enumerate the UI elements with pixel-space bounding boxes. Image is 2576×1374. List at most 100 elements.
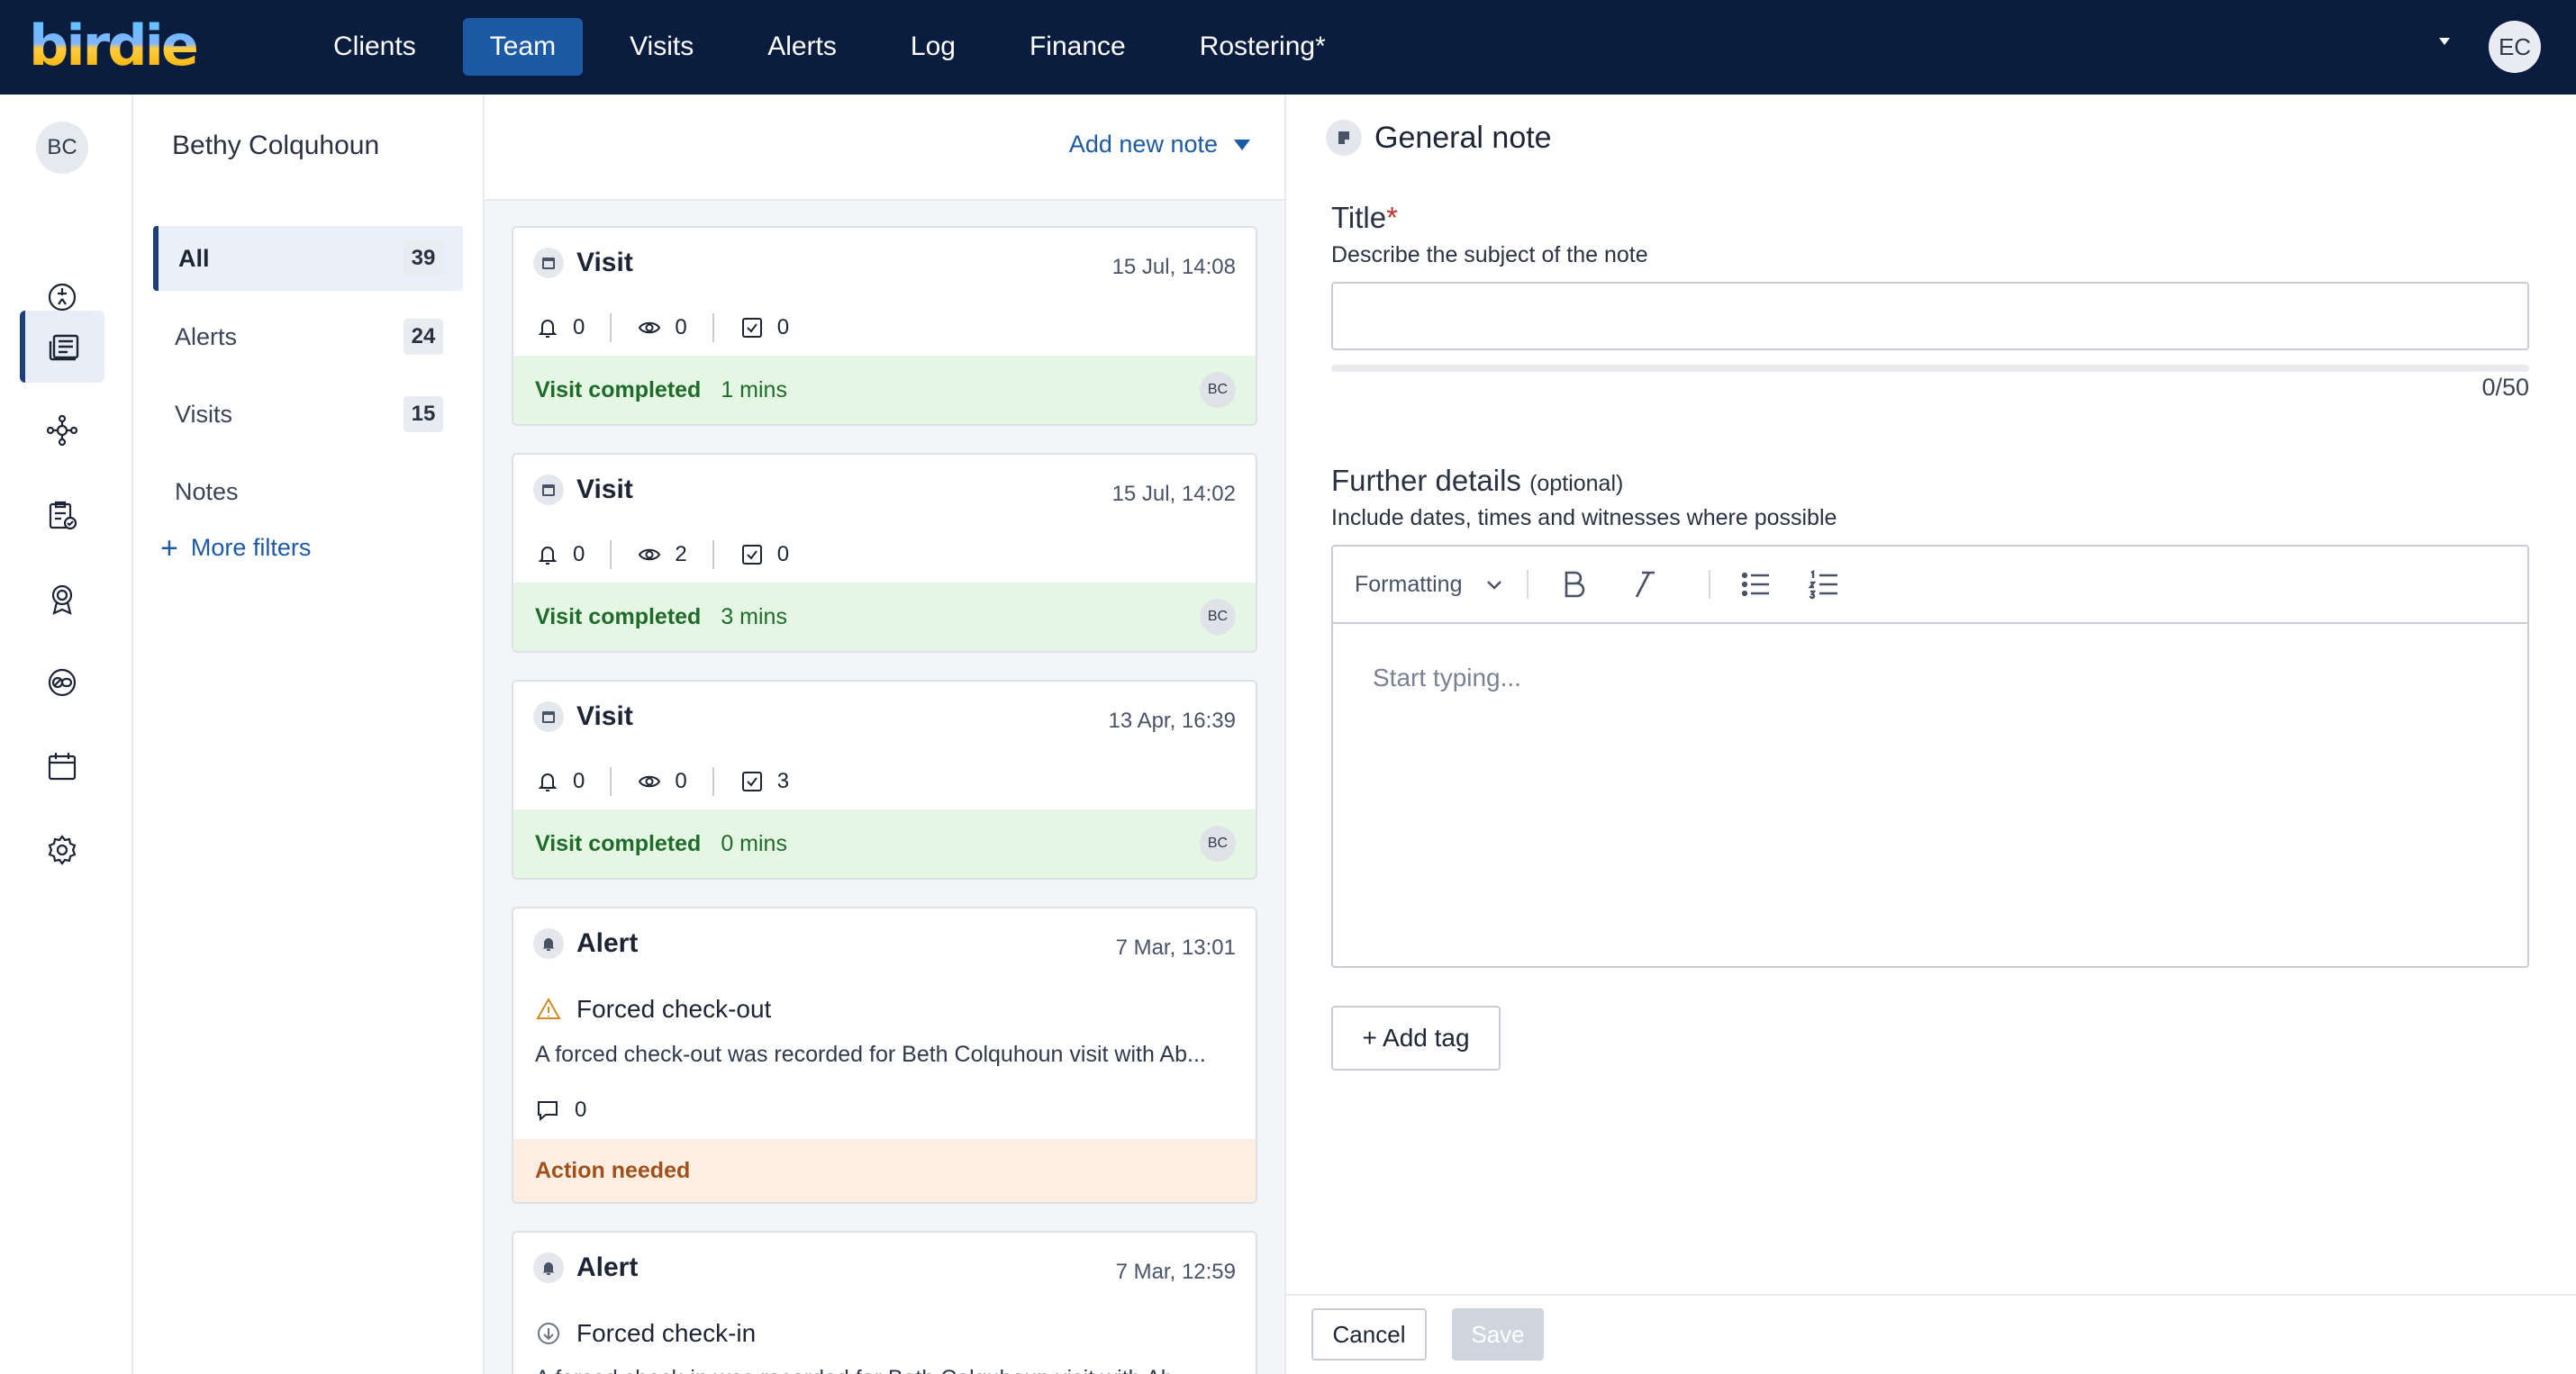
- visit-status-bar: Visit completed 3 mins BC: [513, 583, 1256, 651]
- further-details-label: Further details (optional): [1331, 464, 1624, 497]
- filter-count: 24: [404, 319, 443, 355]
- filter-alerts[interactable]: Alerts 24: [153, 304, 463, 369]
- visit-status-bar: Visit completed 0 mins BC: [513, 809, 1256, 878]
- comment-icon: [538, 1101, 558, 1122]
- card-type: Visit: [576, 475, 633, 504]
- rail-settings-button[interactable]: [20, 814, 104, 886]
- top-navigation-bar: birdie Clients Team Visits Alerts Log Fi…: [0, 0, 2576, 95]
- alert-title: Forced check-out: [535, 995, 771, 1024]
- add-tag-button[interactable]: + Add tag: [1331, 1006, 1501, 1071]
- nav-visits[interactable]: Visits: [603, 18, 721, 76]
- visit-card[interactable]: Visit 15 Jul, 14:08 0 0 0 Visit complete…: [512, 226, 1257, 426]
- filter-all[interactable]: All 39: [153, 226, 463, 291]
- alert-card[interactable]: Alert 7 Mar, 12:59 Forced check-in A for…: [512, 1231, 1257, 1374]
- numbered-list-button[interactable]: [1800, 561, 1847, 608]
- feed-filters: Bethy Colquhoun All 39 Alerts 24 Visits …: [133, 95, 485, 1374]
- add-new-note-label: Add new note: [1068, 131, 1218, 158]
- checkbox-icon: [741, 318, 762, 338]
- title-input[interactable]: [1331, 282, 2529, 350]
- client-icon-rail: BC: [0, 95, 133, 1374]
- bell-icon: [538, 547, 558, 565]
- bell-icon: [533, 928, 564, 959]
- nav-rostering[interactable]: Rostering*: [1173, 18, 1353, 76]
- birdie-logo[interactable]: birdie: [29, 18, 199, 74]
- alerts-stat: 0: [535, 542, 585, 567]
- user-avatar[interactable]: EC: [2489, 21, 2541, 73]
- card-header: Alert: [533, 928, 638, 959]
- visit-status: Visit completed: [535, 376, 702, 402]
- checkbox-icon: [741, 545, 762, 565]
- alert-title: Forced check-in: [535, 1319, 756, 1348]
- save-button[interactable]: Save: [1452, 1308, 1544, 1360]
- carer-avatar: BC: [1200, 372, 1236, 408]
- nav-alerts[interactable]: Alerts: [740, 18, 864, 76]
- rich-text-editor: Formatting Start typing...: [1331, 545, 2529, 968]
- formatting-dropdown[interactable]: Formatting: [1355, 572, 1505, 598]
- nav-team[interactable]: Team: [462, 18, 584, 76]
- medication-icon: [48, 668, 77, 697]
- visit-status-bar: Visit completed 1 mins BC: [513, 356, 1256, 424]
- views-stat: 0: [637, 769, 687, 794]
- filter-visits[interactable]: Visits 15: [153, 382, 463, 447]
- eye-icon: [639, 775, 661, 788]
- card-type: Visit: [576, 248, 633, 277]
- card-header: Visit: [533, 475, 633, 505]
- bulleted-list-button[interactable]: [1732, 561, 1779, 608]
- numbered-list-icon: [1808, 570, 1838, 600]
- alerts-stat: 0: [535, 769, 585, 794]
- italic-button[interactable]: [1619, 561, 1665, 608]
- form-header: General note: [1326, 120, 1552, 156]
- rail-care-plan-button[interactable]: [20, 394, 104, 466]
- arrow-down-circle-icon: [538, 1323, 559, 1344]
- rail-notes-button[interactable]: [20, 311, 104, 383]
- visit-status: Visit completed: [535, 830, 702, 856]
- filter-notes[interactable]: Notes: [153, 459, 463, 524]
- general-note-form: General note Title* Describe the subject…: [1286, 95, 2576, 1374]
- rail-medication-button[interactable]: [20, 646, 104, 719]
- add-new-note-button[interactable]: Add new note: [1069, 131, 1250, 158]
- calendar-icon: [533, 475, 564, 505]
- nav-log[interactable]: Log: [884, 18, 983, 76]
- more-filters-button[interactable]: + More filters: [160, 533, 311, 564]
- card-date: 15 Jul, 14:08: [1111, 255, 1236, 279]
- filter-label: Alerts: [175, 322, 238, 350]
- tasks-stat: 0: [739, 315, 789, 340]
- editor-toolbar: Formatting: [1333, 547, 2527, 624]
- rail-tasks-button[interactable]: [20, 479, 104, 551]
- client-name: Bethy Colquhoun: [172, 131, 380, 160]
- visit-card[interactable]: Visit 13 Apr, 16:39 0 0 3 Visit complete…: [512, 680, 1257, 880]
- nav-clients[interactable]: Clients: [306, 18, 443, 76]
- alerts-stat: 0: [535, 315, 585, 340]
- title-hint: Describe the subject of the note: [1331, 242, 1648, 267]
- card-header: Visit: [533, 248, 633, 278]
- filter-count: 15: [404, 396, 443, 432]
- account-caret-icon[interactable]: [2439, 38, 2450, 45]
- comments-stat: 0: [535, 1098, 586, 1123]
- bell-icon: [538, 773, 558, 791]
- cancel-button[interactable]: Cancel: [1311, 1308, 1427, 1360]
- visit-card[interactable]: Visit 15 Jul, 14:02 0 2 0 Visit complete…: [512, 453, 1257, 653]
- title-length-progress: [1331, 365, 2529, 372]
- warning-icon: [536, 997, 561, 1019]
- tasks-stat: 3: [739, 769, 789, 794]
- italic-icon: [1636, 571, 1655, 598]
- views-stat: 2: [637, 542, 687, 567]
- alert-card[interactable]: Alert 7 Mar, 13:01 Forced check-out A fo…: [512, 907, 1257, 1204]
- alert-description: A forced check-in was recorded for Beth …: [535, 1366, 1238, 1374]
- activity-feed: Add new note Visit 15 Jul, 14:08 0 0 0 V…: [485, 95, 1286, 1374]
- filter-count: 39: [404, 240, 443, 276]
- nav-finance[interactable]: Finance: [1002, 18, 1153, 76]
- card-date: 15 Jul, 14:02: [1111, 482, 1236, 506]
- card-stats: 0 0 0: [535, 313, 789, 342]
- card-stats: 0 2 0: [535, 540, 789, 569]
- editor-content-area[interactable]: Start typing...: [1373, 664, 1521, 692]
- dashboard-icon: [48, 283, 77, 312]
- rail-calendar-button[interactable]: [20, 730, 104, 802]
- feed-header: Add new note: [485, 95, 1284, 201]
- optional-marker: (optional): [1529, 471, 1624, 496]
- rail-badge-button[interactable]: [20, 563, 104, 635]
- bold-button[interactable]: [1550, 561, 1597, 608]
- settings-icon: [48, 835, 77, 865]
- tasks-stat: 0: [739, 542, 789, 567]
- filter-label: Notes: [175, 477, 239, 505]
